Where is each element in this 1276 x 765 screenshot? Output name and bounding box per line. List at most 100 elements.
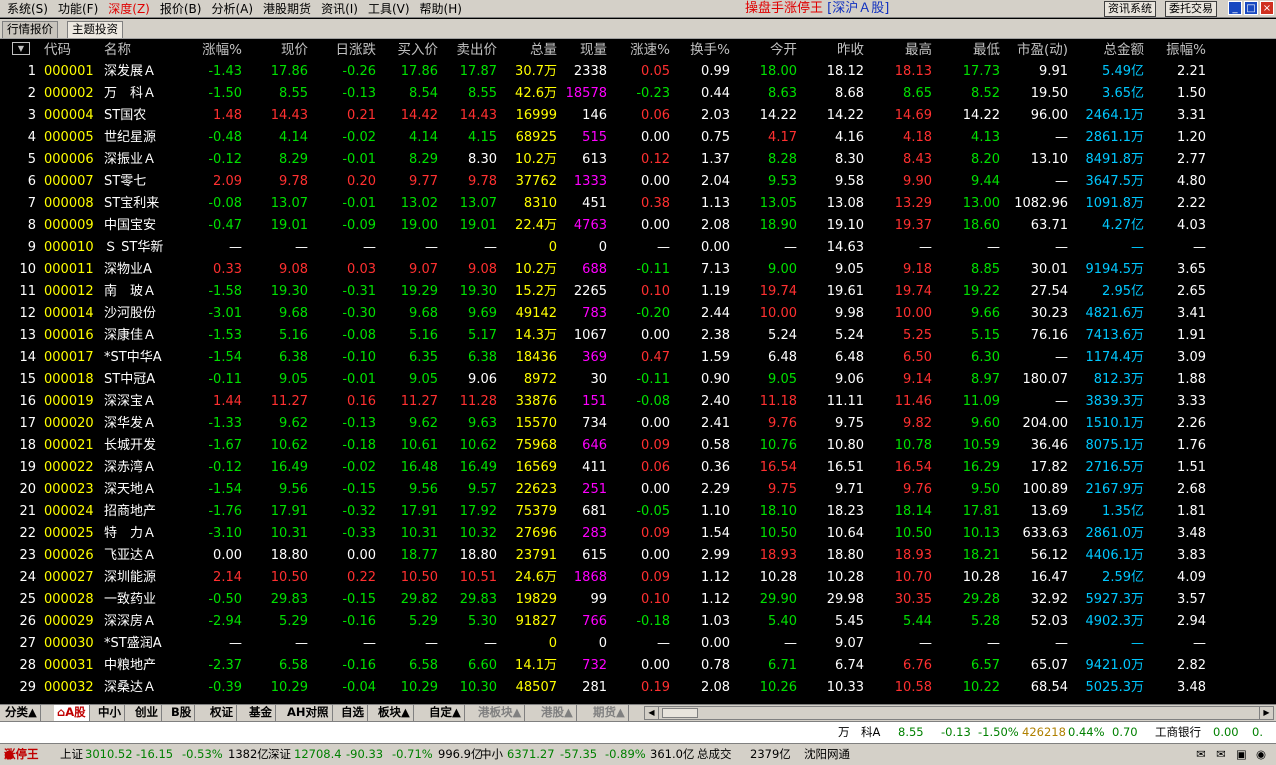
btab-warrant[interactable]: 权证 — [207, 705, 237, 721]
col-day-change[interactable]: 日涨跌 — [336, 39, 377, 61]
table-row[interactable]: 12 000014 沙河股份 -3.01 9.68 -0.30 9.68 9.69 49142 7… — [0, 303, 1212, 325]
col-amplitude[interactable]: 振幅% — [1166, 39, 1206, 61]
table-row[interactable]: 28 000031 中粮地产 -2.37 6.58 -0.16 6.58 6.60 14.1万 7… — [0, 655, 1212, 677]
table-row[interactable]: 29 000032 深桑达Ａ -0.39 10.29 -0.04 10.29 10.30 485… — [0, 677, 1212, 699]
col-change-pct[interactable]: 涨幅% — [202, 39, 242, 61]
table-row[interactable]: 14 000017 *ST中华A -1.54 6.38 -0.10 6.35 6.38 1843… — [0, 347, 1212, 369]
col-turnover[interactable]: 换手% — [690, 39, 730, 61]
cell-speed: -0.11 — [636, 372, 670, 387]
col-bid[interactable]: 买入价 — [398, 39, 439, 61]
btab-gem[interactable]: 创业 — [132, 705, 162, 721]
table-row[interactable]: 27 000030 *ST盛润A — — — — — 0 0 — 0.00 — 9.07 — — — — — — [0, 633, 1212, 655]
btab-a-share[interactable]: ⌂A股 — [54, 705, 90, 721]
table-row[interactable]: 7 000008 ST宝利来 -0.08 13.07 -0.01 13.02 13.07 831… — [0, 193, 1212, 215]
table-row[interactable]: 9 000010 Ｓ ST华新 — — — — — 0 0 — 0.00 — 14.63 — — — — — — [0, 237, 1212, 259]
table-row[interactable]: 15 000018 ST中冠A -0.11 9.05 -0.01 9.05 9.06 8972 3… — [0, 369, 1212, 391]
scroll-left-icon[interactable]: ◀ — [645, 707, 659, 719]
minimize-icon[interactable]: _ — [1228, 1, 1242, 15]
btab-futures[interactable]: 期货▲ — [590, 705, 629, 721]
maximize-icon[interactable]: □ — [1244, 1, 1258, 15]
close-icon[interactable]: × — [1260, 1, 1274, 15]
btab-ah[interactable]: AH对照 — [284, 705, 333, 721]
menu-quote[interactable]: 报价(B) — [155, 0, 207, 18]
cell-amplitude: 1.81 — [1177, 504, 1206, 519]
table-row[interactable]: 11 000012 南 玻Ａ -1.58 19.30 -0.31 19.29 19.30 15.… — [0, 281, 1212, 303]
status-stock-change: -0.13 — [941, 725, 971, 739]
menu-hk-futures[interactable]: 港股期货 — [258, 0, 316, 18]
table-row[interactable]: 22 000025 特 力Ａ -3.10 10.31 -0.33 10.31 10.32 276… — [0, 523, 1212, 545]
btab-category[interactable]: 分类▲ — [2, 705, 41, 721]
table-row[interactable]: 23 000026 飞亚达Ａ 0.00 18.80 0.00 18.77 18.80 23791… — [0, 545, 1212, 567]
table-row[interactable]: 19 000022 深赤湾Ａ -0.12 16.49 -0.02 16.48 16.49 165… — [0, 457, 1212, 479]
menu-tools[interactable]: 工具(V) — [363, 0, 415, 18]
table-row[interactable]: 10 000011 深物业A 0.33 9.08 0.03 9.07 9.08 10.2万 688… — [0, 259, 1212, 281]
trade-button[interactable]: 委托交易 — [1165, 1, 1217, 17]
cell-code: 000023 — [44, 482, 94, 497]
table-row[interactable]: 16 000019 深深宝Ａ 1.44 11.27 0.16 11.27 11.28 33876… — [0, 391, 1212, 413]
menu-news[interactable]: 资讯(I) — [316, 0, 363, 18]
tab-theme-invest[interactable]: 主题投资 — [67, 21, 123, 38]
col-pe[interactable]: 市盈(动) — [1017, 39, 1068, 61]
col-speed[interactable]: 涨速% — [630, 39, 670, 61]
cell-code: 000009 — [44, 218, 94, 233]
btab-sme[interactable]: 中小 — [95, 705, 125, 721]
btab-custom[interactable]: 自定▲ — [426, 705, 465, 721]
col-low[interactable]: 最低 — [973, 39, 1000, 61]
table-row[interactable]: 20 000023 深天地Ａ -1.54 9.56 -0.15 9.56 9.57 22623 2… — [0, 479, 1212, 501]
table-row[interactable]: 1 000001 深发展Ａ -1.43 17.86 -0.26 17.86 17.87 30.7… — [0, 61, 1212, 83]
table-row[interactable]: 8 000009 中国宝安 -0.47 19.01 -0.09 19.00 19.01 22.4… — [0, 215, 1212, 237]
col-ask[interactable]: 卖出价 — [457, 39, 498, 61]
scroll-right-icon[interactable]: ▶ — [1259, 707, 1273, 719]
connection-icon[interactable]: ◉ — [1256, 744, 1266, 764]
news-system-button[interactable]: 资讯系统 — [1104, 1, 1156, 17]
btab-hk[interactable]: 港股▲ — [538, 705, 577, 721]
col-name[interactable]: 名称 — [104, 39, 131, 61]
btab-hk-sector[interactable]: 港板块▲ — [475, 705, 526, 721]
menu-analysis[interactable]: 分析(A) — [206, 0, 258, 18]
btab-b-share[interactable]: B股 — [168, 705, 196, 721]
scroll-thumb[interactable] — [662, 708, 698, 718]
table-row[interactable]: 13 000016 深康佳Ａ -1.53 5.16 -0.08 5.16 5.17 14.3万 1… — [0, 325, 1212, 347]
sort-dropdown-icon[interactable]: ▼ — [12, 42, 30, 55]
message-icon[interactable]: ✉ — [1216, 744, 1226, 764]
btab-favorites[interactable]: 自选 — [338, 705, 368, 721]
horizontal-scrollbar[interactable]: ◀ ▶ — [644, 706, 1274, 720]
table-row[interactable]: 18 000021 长城开发 -1.67 10.62 -0.18 10.61 10.62 759… — [0, 435, 1212, 457]
cell-pe: — — [1055, 130, 1068, 145]
btab-fund[interactable]: 基金 — [246, 705, 276, 721]
table-row[interactable]: 4 000005 世纪星源 -0.48 4.14 -0.02 4.14 4.15 68925 51… — [0, 127, 1212, 149]
menu-system[interactable]: 系统(S) — [2, 0, 53, 18]
tray-icon[interactable]: ▣ — [1236, 744, 1247, 764]
table-row[interactable]: 3 000004 ST国农 1.48 14.43 0.21 14.42 14.43 16999 1… — [0, 105, 1212, 127]
menu-help[interactable]: 帮助(H) — [415, 0, 467, 18]
table-row[interactable]: 25 000028 一致药业 -0.50 29.83 -0.15 29.82 29.83 198… — [0, 589, 1212, 611]
table-row[interactable]: 6 000007 ST零七 2.09 9.78 0.20 9.77 9.78 37762 1333… — [0, 171, 1212, 193]
cell-pe: 9.91 — [1039, 64, 1068, 79]
cell-current-vol: 151 — [582, 394, 607, 409]
col-code[interactable]: 代码 — [44, 39, 71, 61]
col-high[interactable]: 最高 — [905, 39, 932, 61]
table-row[interactable]: 24 000027 深圳能源 2.14 10.50 0.22 10.50 10.51 24.6万… — [0, 567, 1212, 589]
cell-low: 17.81 — [962, 504, 1000, 519]
table-row[interactable]: 26 000029 深深房Ａ -2.94 5.29 -0.16 5.29 5.30 91827 7… — [0, 611, 1212, 633]
tab-quotes[interactable]: 行情报价 — [2, 21, 58, 38]
table-row[interactable]: 17 000020 深华发Ａ -1.33 9.62 -0.13 9.62 9.63 15570 7… — [0, 413, 1212, 435]
col-open[interactable]: 今开 — [770, 39, 797, 61]
col-prev-close[interactable]: 昨收 — [837, 39, 864, 61]
col-current-vol[interactable]: 现量 — [580, 39, 607, 61]
table-row[interactable]: 5 000006 深振业Ａ -0.12 8.29 -0.01 8.29 8.30 10.2万 61… — [0, 149, 1212, 171]
cell-prev-close: 14.63 — [826, 240, 864, 255]
cell-pe: 180.07 — [1022, 372, 1069, 387]
menu-depth[interactable]: 深度(Z) — [103, 0, 155, 18]
cell-name: Ｓ ST华新 — [104, 240, 164, 255]
menu-function[interactable]: 功能(F) — [53, 0, 103, 18]
col-amount[interactable]: 总金额 — [1104, 39, 1145, 61]
table-row[interactable]: 21 000024 招商地产 -1.76 17.91 -0.32 17.91 17.92 753… — [0, 501, 1212, 523]
mail-icon[interactable]: ✉ — [1196, 744, 1206, 764]
col-price[interactable]: 现价 — [281, 39, 308, 61]
cell-pe: 16.47 — [1030, 570, 1068, 585]
btab-sector[interactable]: 板块▲ — [375, 705, 414, 721]
col-volume[interactable]: 总量 — [530, 39, 557, 61]
table-row[interactable]: 2 000002 万 科Ａ -1.50 8.55 -0.13 8.54 8.55 42.6万 18… — [0, 83, 1212, 105]
cell-low: 18.60 — [962, 218, 1000, 233]
